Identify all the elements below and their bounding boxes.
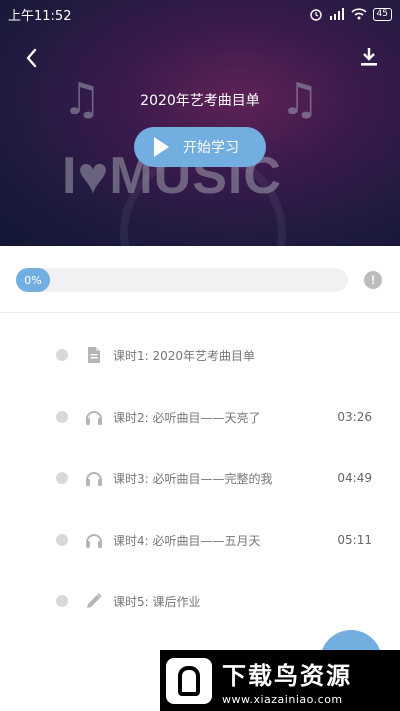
lesson-item[interactable]: 课时1: 2020年艺考曲目单: [0, 340, 400, 370]
lesson-status-dot: [56, 472, 68, 484]
info-icon[interactable]: !: [364, 271, 382, 289]
status-time: 上午11:52: [8, 8, 72, 24]
lesson-item[interactable]: 课时5: 课后作业: [0, 586, 400, 616]
lesson-duration: 05:11: [337, 533, 372, 547]
lesson-item[interactable]: 课时4: 必听曲目——五月天 05:11: [0, 525, 400, 555]
status-bar: 上午11:52 45: [0, 0, 400, 28]
lesson-status-dot: [56, 595, 68, 607]
wifi-icon: [350, 8, 367, 20]
document-icon: [88, 347, 100, 363]
lesson-duration: 04:49: [337, 471, 372, 485]
lesson-title: 课时4: 必听曲目——五月天: [113, 533, 261, 548]
lesson-status-dot: [56, 534, 68, 546]
lesson-item[interactable]: 课时3: 必听曲目——完整的我 04:49: [0, 463, 400, 493]
divider: [0, 312, 400, 313]
watermark-url: www.xiazainiao.com: [222, 692, 343, 706]
lesson-duration: 03:26: [337, 410, 372, 424]
watermark-banner: 下载鸟资源 www.xiazainiao.com: [160, 650, 400, 711]
lesson-item[interactable]: 课时2: 必听曲目——天亮了 03:26: [0, 402, 400, 432]
watermark-logo: [166, 657, 212, 704]
start-learning-button[interactable]: 开始学习: [134, 127, 266, 167]
course-hero: ♫ ♫ I♥MUSIC 上午11:52 45 2020年艺考曲目单 开始学习: [0, 0, 400, 246]
signal-icon: [329, 8, 344, 20]
lesson-title: 课时2: 必听曲目——天亮了: [113, 410, 261, 425]
play-icon: [154, 137, 169, 157]
lesson-title: 课时1: 2020年艺考曲目单: [113, 348, 256, 363]
course-title: 2020年艺考曲目单: [140, 93, 260, 109]
lesson-status-dot: [56, 349, 68, 361]
start-learning-label: 开始学习: [183, 140, 239, 156]
lesson-title: 课时5: 课后作业: [113, 594, 201, 609]
lesson-status-dot: [56, 411, 68, 423]
back-icon[interactable]: [20, 46, 44, 70]
headphones-icon: [86, 472, 102, 486]
progress-fill: 0%: [16, 268, 50, 292]
headphones-icon: [86, 411, 102, 425]
lesson-title: 课时3: 必听曲目——完整的我: [113, 471, 273, 486]
headphones-icon: [86, 534, 102, 548]
pencil-icon: [87, 593, 102, 608]
watermark-title: 下载鸟资源: [222, 661, 352, 690]
battery-indicator: 45: [372, 7, 392, 21]
alarm-icon: [309, 9, 322, 21]
progress-bar: 0%: [16, 268, 348, 292]
download-icon[interactable]: [358, 46, 380, 68]
